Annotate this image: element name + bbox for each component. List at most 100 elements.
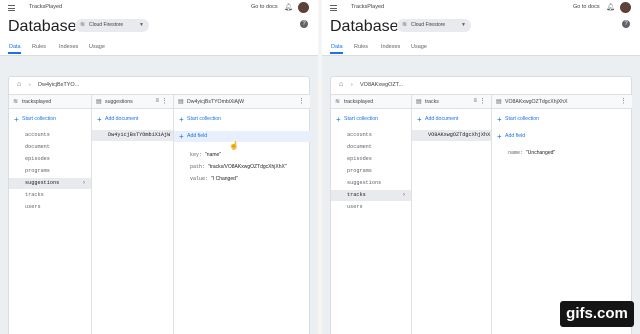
database-selector[interactable]: ≋ Cloud Firestore ▼	[397, 19, 471, 32]
more-icon[interactable]: ⋮	[298, 97, 305, 105]
more-icon[interactable]: ⋮	[620, 97, 627, 105]
list-item[interactable]: document	[331, 142, 411, 153]
add-field-button[interactable]: + Add field	[492, 131, 632, 142]
list-item[interactable]: document	[9, 142, 91, 153]
list-item-selected[interactable]: suggestions ›	[9, 178, 91, 189]
start-collection-label: Start collection	[187, 116, 222, 122]
plus-icon: +	[97, 115, 102, 124]
list-item[interactable]: users	[9, 202, 91, 213]
tab-usage[interactable]: Usage	[411, 44, 427, 50]
field-value: "Unchanged"	[526, 150, 556, 156]
data-viewer-card: ⌂ › VO8AKxwgOZT... ≋ tracksplayed + Star…	[330, 76, 632, 334]
field-value: "tracks/VO8AKxwgOZTdgcXhjXhX"	[208, 164, 287, 170]
go-to-docs-link[interactable]: Go to docs	[251, 4, 278, 10]
document-item-selected[interactable]: VO8AKxwgOZTdgcXhjXhX	[412, 130, 491, 141]
field-row[interactable]: value: "I Changed"	[190, 176, 238, 182]
list-item[interactable]: programs	[331, 166, 411, 177]
home-icon[interactable]: ⌂	[17, 81, 21, 89]
document-icon: ▤	[178, 99, 184, 105]
field-key: key:	[190, 152, 203, 158]
help-icon[interactable]: ?	[300, 20, 308, 28]
list-item-selected[interactable]: tracks ›	[331, 190, 411, 201]
plus-icon: +	[14, 115, 19, 124]
tab-indexes[interactable]: Indexes	[59, 44, 78, 50]
list-item[interactable]: tracks	[9, 190, 91, 201]
menu-icon[interactable]	[8, 5, 15, 11]
tab-usage[interactable]: Usage	[89, 44, 105, 50]
list-item[interactable]: programs	[9, 166, 91, 177]
list-item[interactable]: suggestions	[331, 178, 411, 189]
avatar[interactable]	[620, 2, 631, 13]
notifications-icon[interactable]: 🔔︎	[606, 4, 615, 11]
filter-icon[interactable]: ≡	[155, 98, 159, 104]
column-title: tracksplayed	[344, 99, 374, 105]
plus-icon: +	[336, 115, 341, 124]
add-document-label: Add document	[105, 116, 139, 122]
start-collection-button[interactable]: + Start collection	[9, 114, 91, 125]
field-row[interactable]: path: "tracks/VO8AKxwgOZTdgcXhjXhX"	[190, 164, 287, 170]
go-to-docs-link[interactable]: Go to docs	[573, 4, 600, 10]
list-item[interactable]: episodes	[331, 154, 411, 165]
help-icon[interactable]: ?	[622, 20, 630, 28]
add-field-button[interactable]: + Add field	[174, 131, 310, 142]
chevron-right-icon: ›	[29, 82, 31, 88]
list-item-label: suggestions	[25, 180, 60, 186]
chevron-down-icon: ▼	[139, 22, 144, 28]
field-value: "I Changed"	[211, 176, 238, 182]
collection-column: ▤ tracks ≡ ⋮ + Add document VO8AKxwgOZTd…	[412, 95, 492, 334]
field-row[interactable]: name: "Unchanged"	[508, 150, 555, 156]
list-item[interactable]: accounts	[9, 130, 91, 141]
document-item-selected[interactable]: Dw4yicjBsTYOmbiXiAjW	[92, 130, 173, 141]
breadcrumb: ⌂ › VO8AKxwgOZT...	[331, 77, 631, 95]
column-header: ▤ tracks ≡ ⋮	[412, 95, 491, 109]
data-viewer-card: ⌂ › Dw4yicjBsTYO... ≋ tracksplayed + Sta…	[8, 76, 310, 334]
plus-icon: +	[417, 115, 422, 124]
active-tab-indicator	[8, 52, 21, 54]
more-icon[interactable]: ⋮	[479, 97, 486, 105]
database-selector[interactable]: ≋ Cloud Firestore ▼	[75, 19, 149, 32]
list-item[interactable]: users	[331, 202, 411, 213]
top-bar: TracksPlayed Go to docs 🔔︎	[0, 0, 318, 16]
plus-icon: +	[179, 132, 184, 141]
breadcrumb-path[interactable]: VO8AKxwgOZT...	[360, 82, 403, 88]
add-field-label: Add field	[187, 133, 208, 139]
tab-rules[interactable]: Rules	[32, 44, 46, 50]
breadcrumb: ⌂ › Dw4yicjBsTYO...	[9, 77, 309, 95]
notifications-icon[interactable]: 🔔︎	[284, 4, 293, 11]
firestore-icon: ≋	[402, 22, 408, 28]
start-collection-button[interactable]: + Start collection	[492, 114, 632, 125]
add-document-button[interactable]: + Add document	[412, 114, 491, 125]
plus-icon: +	[497, 132, 502, 141]
more-icon[interactable]: ⋮	[161, 97, 168, 105]
database-selector-label: Cloud Firestore	[89, 22, 124, 28]
field-row[interactable]: key: "name"	[190, 152, 221, 158]
top-bar: TracksPlayed Go to docs 🔔︎	[322, 0, 640, 16]
start-collection-label: Start collection	[344, 116, 379, 122]
list-item[interactable]: accounts	[331, 130, 411, 141]
menu-icon[interactable]	[330, 5, 337, 11]
chevron-right-icon: ›	[403, 192, 405, 198]
tab-rules[interactable]: Rules	[354, 44, 368, 50]
start-collection-button[interactable]: + Start collection	[174, 114, 310, 125]
tab-data[interactable]: Data	[9, 44, 21, 50]
plus-icon: +	[179, 115, 184, 124]
field-value: "name"	[205, 152, 222, 158]
start-collection-button[interactable]: + Start collection	[331, 114, 411, 125]
collection-icon: ▤	[416, 99, 422, 105]
add-document-button[interactable]: + Add document	[92, 114, 173, 125]
column-title: tracks	[425, 99, 439, 105]
project-name[interactable]: TracksPlayed	[351, 4, 384, 10]
filter-icon[interactable]: ≡	[473, 98, 477, 104]
list-item[interactable]: episodes	[9, 154, 91, 165]
tab-indexes[interactable]: Indexes	[381, 44, 400, 50]
start-collection-label: Start collection	[22, 116, 57, 122]
root-column: ≋ tracksplayed + Start collection accoun…	[9, 95, 92, 334]
breadcrumb-path[interactable]: Dw4yicjBsTYO...	[38, 82, 79, 88]
column-title: suggestions	[105, 99, 133, 105]
field-key: path:	[190, 164, 206, 170]
avatar[interactable]	[298, 2, 309, 13]
chevron-right-icon: ›	[83, 180, 85, 186]
project-name[interactable]: TracksPlayed	[29, 4, 62, 10]
home-icon[interactable]: ⌂	[339, 81, 343, 89]
tab-data[interactable]: Data	[331, 44, 343, 50]
